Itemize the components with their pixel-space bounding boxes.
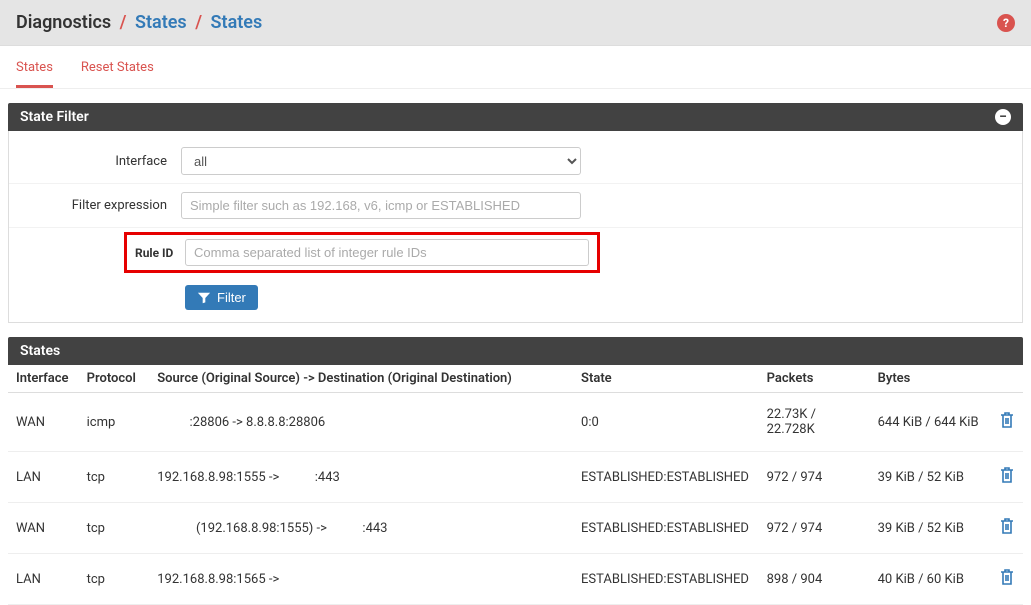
col-packets[interactable]: Packets [759, 365, 870, 393]
rule-id-highlight: Rule ID [124, 232, 600, 273]
state-filter-body: Interface all Filter expression Rule ID … [8, 131, 1023, 323]
cell-protocol: tcp [79, 452, 150, 503]
states-heading: States [8, 337, 1023, 365]
cell-state: ESTABLISHED:ESTABLISHED [573, 554, 759, 605]
filter-button-label: Filter [217, 290, 246, 305]
cell-interface: LAN [8, 452, 79, 503]
cell-interface: LAN [8, 554, 79, 605]
breadcrumb: Diagnostics / States / States [16, 12, 262, 33]
table-row: WANicmp :28806 -> 8.8.8.8:288060:022.73K… [8, 393, 1023, 452]
interface-select[interactable]: all [181, 147, 581, 175]
tab-states[interactable]: States [16, 60, 53, 88]
col-interface[interactable]: Interface [8, 365, 79, 393]
cell-state: ESTABLISHED:ESTABLISHED [573, 452, 759, 503]
cell-protocol: tcp [79, 554, 150, 605]
filter-expression-label: Filter expression [21, 198, 181, 213]
cell-packets: 898 / 904 [759, 554, 870, 605]
tab-reset-states[interactable]: Reset States [81, 60, 154, 88]
cell-interface: WAN [8, 503, 79, 554]
cell-packets: 972 / 974 [759, 503, 870, 554]
state-filter-heading: State Filter − [8, 103, 1023, 131]
col-bytes[interactable]: Bytes [870, 365, 991, 393]
col-protocol[interactable]: Protocol [79, 365, 150, 393]
cell-bytes: 39 KiB / 52 KiB [870, 452, 991, 503]
interface-label: Interface [21, 154, 181, 169]
breadcrumb-root: Diagnostics [16, 12, 111, 33]
cell-route: 192.168.8.98:1565 -> [149, 554, 573, 605]
tabs: States Reset States [0, 46, 1031, 89]
cell-route: 192.168.8.98:1555 -> :443 [149, 452, 573, 503]
breadcrumb-sep: / [116, 12, 131, 33]
cell-protocol: icmp [79, 393, 150, 452]
collapse-icon[interactable]: − [995, 109, 1011, 125]
breadcrumb-states-leaf[interactable]: States [211, 12, 263, 33]
state-filter-panel: State Filter − Interface all Filter expr… [8, 103, 1023, 323]
col-state[interactable]: State [573, 365, 759, 393]
rule-id-label: Rule ID [135, 246, 185, 260]
table-row: LANtcp192.168.8.98:1565 -> ESTABLISHED:E… [8, 554, 1023, 605]
cell-state: ESTABLISHED:ESTABLISHED [573, 503, 759, 554]
cell-bytes: 644 KiB / 644 KiB [870, 393, 991, 452]
page-header: Diagnostics / States / States ? [0, 0, 1031, 46]
states-title: States [20, 343, 60, 359]
filter-expression-row: Filter expression [9, 184, 1022, 228]
trash-icon[interactable] [999, 575, 1015, 590]
table-row: WANtcp (192.168.8.98:1555) -> :443ESTABL… [8, 503, 1023, 554]
rule-id-input[interactable] [185, 239, 589, 266]
col-route[interactable]: Source (Original Source) -> Destination … [149, 365, 573, 393]
cell-protocol: tcp [79, 503, 150, 554]
cell-bytes: 40 KiB / 60 KiB [870, 554, 991, 605]
breadcrumb-sep: / [191, 12, 206, 33]
breadcrumb-states-link[interactable]: States [135, 12, 187, 33]
states-table: Interface Protocol Source (Original Sour… [8, 365, 1023, 605]
trash-icon[interactable] [999, 418, 1015, 433]
state-filter-title: State Filter [20, 109, 89, 125]
trash-icon[interactable] [999, 473, 1015, 488]
help-icon[interactable]: ? [997, 14, 1015, 32]
cell-route: :28806 -> 8.8.8.8:28806 [149, 393, 573, 452]
cell-packets: 972 / 974 [759, 452, 870, 503]
cell-packets: 22.73K / 22.728K [759, 393, 870, 452]
filter-button[interactable]: Filter [185, 285, 258, 310]
cell-route: (192.168.8.98:1555) -> :443 [149, 503, 573, 554]
cell-state: 0:0 [573, 393, 759, 452]
cell-interface: WAN [8, 393, 79, 452]
filter-button-row: Filter [9, 277, 1022, 314]
states-panel: States Interface Protocol Source (Origin… [8, 337, 1023, 605]
filter-expression-input[interactable] [181, 192, 581, 219]
interface-row: Interface all [9, 139, 1022, 184]
funnel-icon [197, 291, 211, 305]
cell-bytes: 39 KiB / 52 KiB [870, 503, 991, 554]
trash-icon[interactable] [999, 524, 1015, 539]
table-row: LANtcp192.168.8.98:1555 -> :443ESTABLISH… [8, 452, 1023, 503]
